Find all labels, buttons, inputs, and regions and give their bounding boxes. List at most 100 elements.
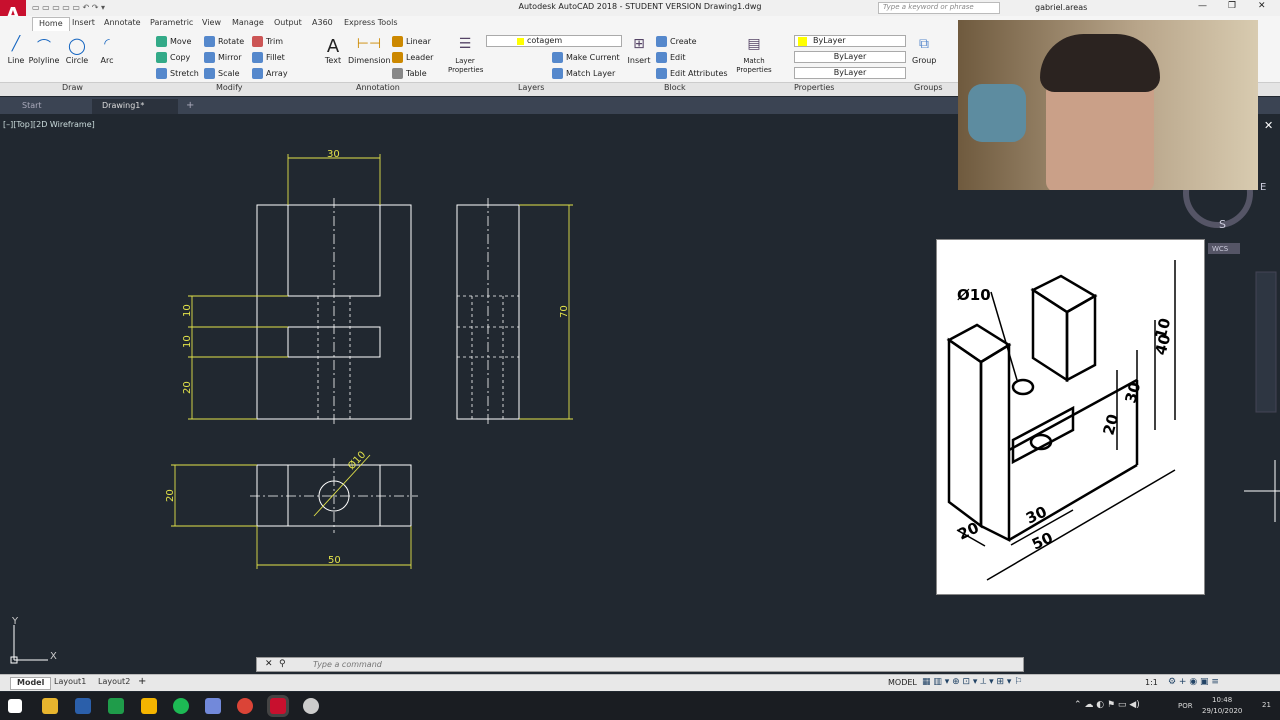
panel-block[interactable]: Block <box>664 83 686 92</box>
create-block-button[interactable]: Create <box>656 36 697 47</box>
panel-draw[interactable]: Draw <box>62 83 83 92</box>
group-label: Group <box>912 56 937 65</box>
arc-button[interactable]: ◜ Arc <box>96 36 118 65</box>
arc-label: Arc <box>100 56 114 65</box>
array-button[interactable]: Array <box>252 68 288 79</box>
status-model[interactable]: MODEL <box>888 678 917 687</box>
leader-button[interactable]: Leader <box>392 52 433 63</box>
scale-button[interactable]: Scale <box>204 68 240 79</box>
tab-start[interactable]: Start <box>12 99 52 114</box>
tab-manage[interactable]: Manage <box>226 17 270 31</box>
layer-dropdown[interactable]: cotagem <box>486 35 622 47</box>
tray-icons[interactable]: ⌃ ☁ ◐ ⚑ ▭ ◀) <box>1074 700 1140 710</box>
status-tools[interactable]: ⚙ + ◉ ▣ ≡ <box>1168 677 1219 687</box>
keep-icon[interactable] <box>141 698 157 714</box>
edit-block-button[interactable]: Edit <box>656 52 686 63</box>
sheets-icon[interactable] <box>108 698 124 714</box>
tab-a360[interactable]: A360 <box>306 17 339 31</box>
copy-button[interactable]: Copy <box>156 52 190 63</box>
line-button[interactable]: ╱ Line <box>4 36 28 65</box>
tab-model[interactable]: Model <box>10 677 52 690</box>
scale-label: Scale <box>218 69 240 78</box>
add-layout-button[interactable]: + <box>138 676 146 687</box>
panel-properties[interactable]: Properties <box>794 83 834 92</box>
discord-icon[interactable] <box>205 698 221 714</box>
file-explorer-icon[interactable] <box>42 698 58 714</box>
rotate-button[interactable]: Rotate <box>204 36 244 47</box>
obs-icon[interactable] <box>303 698 319 714</box>
mirror-button[interactable]: Mirror <box>204 52 242 63</box>
make-current-button[interactable]: Make Current <box>552 52 620 63</box>
new-tab-button[interactable]: + <box>186 100 194 111</box>
clock-time[interactable]: 10:48 <box>1212 696 1232 704</box>
command-line[interactable]: ✕ ⚲ <box>256 657 1024 672</box>
insert-button[interactable]: ⊞ Insert <box>626 36 652 65</box>
table-button[interactable]: Table <box>392 68 427 79</box>
color-dropdown[interactable]: ByLayer <box>794 35 906 47</box>
lineweight-dropdown[interactable]: ByLayer <box>794 67 906 79</box>
tab-home[interactable]: Home <box>32 17 70 31</box>
linear-button[interactable]: Linear <box>392 36 431 47</box>
panel-modify[interactable]: Modify <box>216 83 243 92</box>
tab-output[interactable]: Output <box>268 17 308 31</box>
search-box[interactable]: Type a keyword or phrase <box>878 2 1000 14</box>
panel-layers[interactable]: Layers <box>518 83 544 92</box>
match-layer-label: Match Layer <box>566 69 616 78</box>
tab-insert[interactable]: Insert <box>66 17 101 31</box>
tab-layout1[interactable]: Layout1 <box>48 677 92 690</box>
annotation-scale[interactable]: 1:1 <box>1145 678 1158 687</box>
copy-label: Copy <box>170 53 191 62</box>
panel-groups[interactable]: Groups <box>914 83 943 92</box>
fillet-button[interactable]: Fillet <box>252 52 285 63</box>
ucs-x-label: X <box>50 651 57 662</box>
close-button[interactable]: ✕ <box>1258 1 1266 11</box>
status-icons[interactable]: ▦ ▥ ▾ ⊕ ⊡ ▾ ⟂ ▾ ⊞ ▾ ⚐ <box>922 677 1022 687</box>
autocad-icon[interactable] <box>270 698 286 714</box>
linear-label: Linear <box>406 37 431 46</box>
tab-drawing1[interactable]: Drawing1* <box>92 99 178 114</box>
user-name[interactable]: gabriel.areas <box>1035 3 1087 12</box>
group-button[interactable]: ⧉ Group <box>912 36 936 65</box>
circle-button[interactable]: ◯ Circle <box>64 36 90 65</box>
clock-date[interactable]: 29/10/2020 <box>1202 707 1242 715</box>
rotate-icon <box>204 36 215 47</box>
windows-start-icon[interactable] <box>8 699 22 713</box>
notification-count[interactable]: 21 <box>1262 701 1271 709</box>
spotify-icon[interactable] <box>173 698 189 714</box>
polyline-button[interactable]: ⌒ Polyline <box>28 36 60 65</box>
match-properties-button[interactable]: ▤ Match Properties <box>736 36 772 74</box>
move-button[interactable]: Move <box>156 36 191 47</box>
command-input[interactable] <box>313 659 993 670</box>
chrome-icon[interactable] <box>237 698 253 714</box>
fillet-icon <box>252 52 263 63</box>
circle-icon: ◯ <box>68 36 86 55</box>
text-button[interactable]: A Text <box>322 36 344 65</box>
dimension-button[interactable]: ⊢⊣ Dimension <box>348 36 391 65</box>
mirror-icon <box>204 52 215 63</box>
linetype-dropdown[interactable]: ByLayer <box>794 51 906 63</box>
edit-attributes-button[interactable]: Edit Attributes <box>656 68 728 79</box>
panel-annotation[interactable]: Annotation <box>356 83 400 92</box>
webcam-close-button[interactable]: ✕ <box>1264 119 1273 132</box>
minimize-button[interactable]: — <box>1198 1 1207 11</box>
language-indicator[interactable]: POR <box>1178 702 1193 710</box>
tab-express-tools[interactable]: Express Tools <box>338 17 404 31</box>
match-layer-button[interactable]: Match Layer <box>552 68 615 79</box>
trim-button[interactable]: Trim <box>252 36 283 47</box>
command-close-icon[interactable]: ✕ <box>265 659 273 669</box>
maximize-button[interactable]: ❐ <box>1228 1 1236 11</box>
match-layer-icon <box>552 68 563 79</box>
command-settings-icon[interactable]: ⚲ <box>279 659 286 669</box>
rotate-label: Rotate <box>218 37 245 46</box>
navigation-bar[interactable] <box>1255 271 1277 413</box>
tab-parametric[interactable]: Parametric <box>144 17 199 31</box>
tab-layout2[interactable]: Layout2 <box>92 677 136 690</box>
layer-properties-button[interactable]: ☰ Layer Properties <box>448 36 483 74</box>
stretch-button[interactable]: Stretch <box>156 68 199 79</box>
array-icon <box>252 68 263 79</box>
tab-annotate[interactable]: Annotate <box>98 17 147 31</box>
insert-label: Insert <box>627 56 651 65</box>
ref-30: 30 <box>1121 380 1144 405</box>
word-icon[interactable] <box>75 698 91 714</box>
tab-view[interactable]: View <box>196 17 227 31</box>
